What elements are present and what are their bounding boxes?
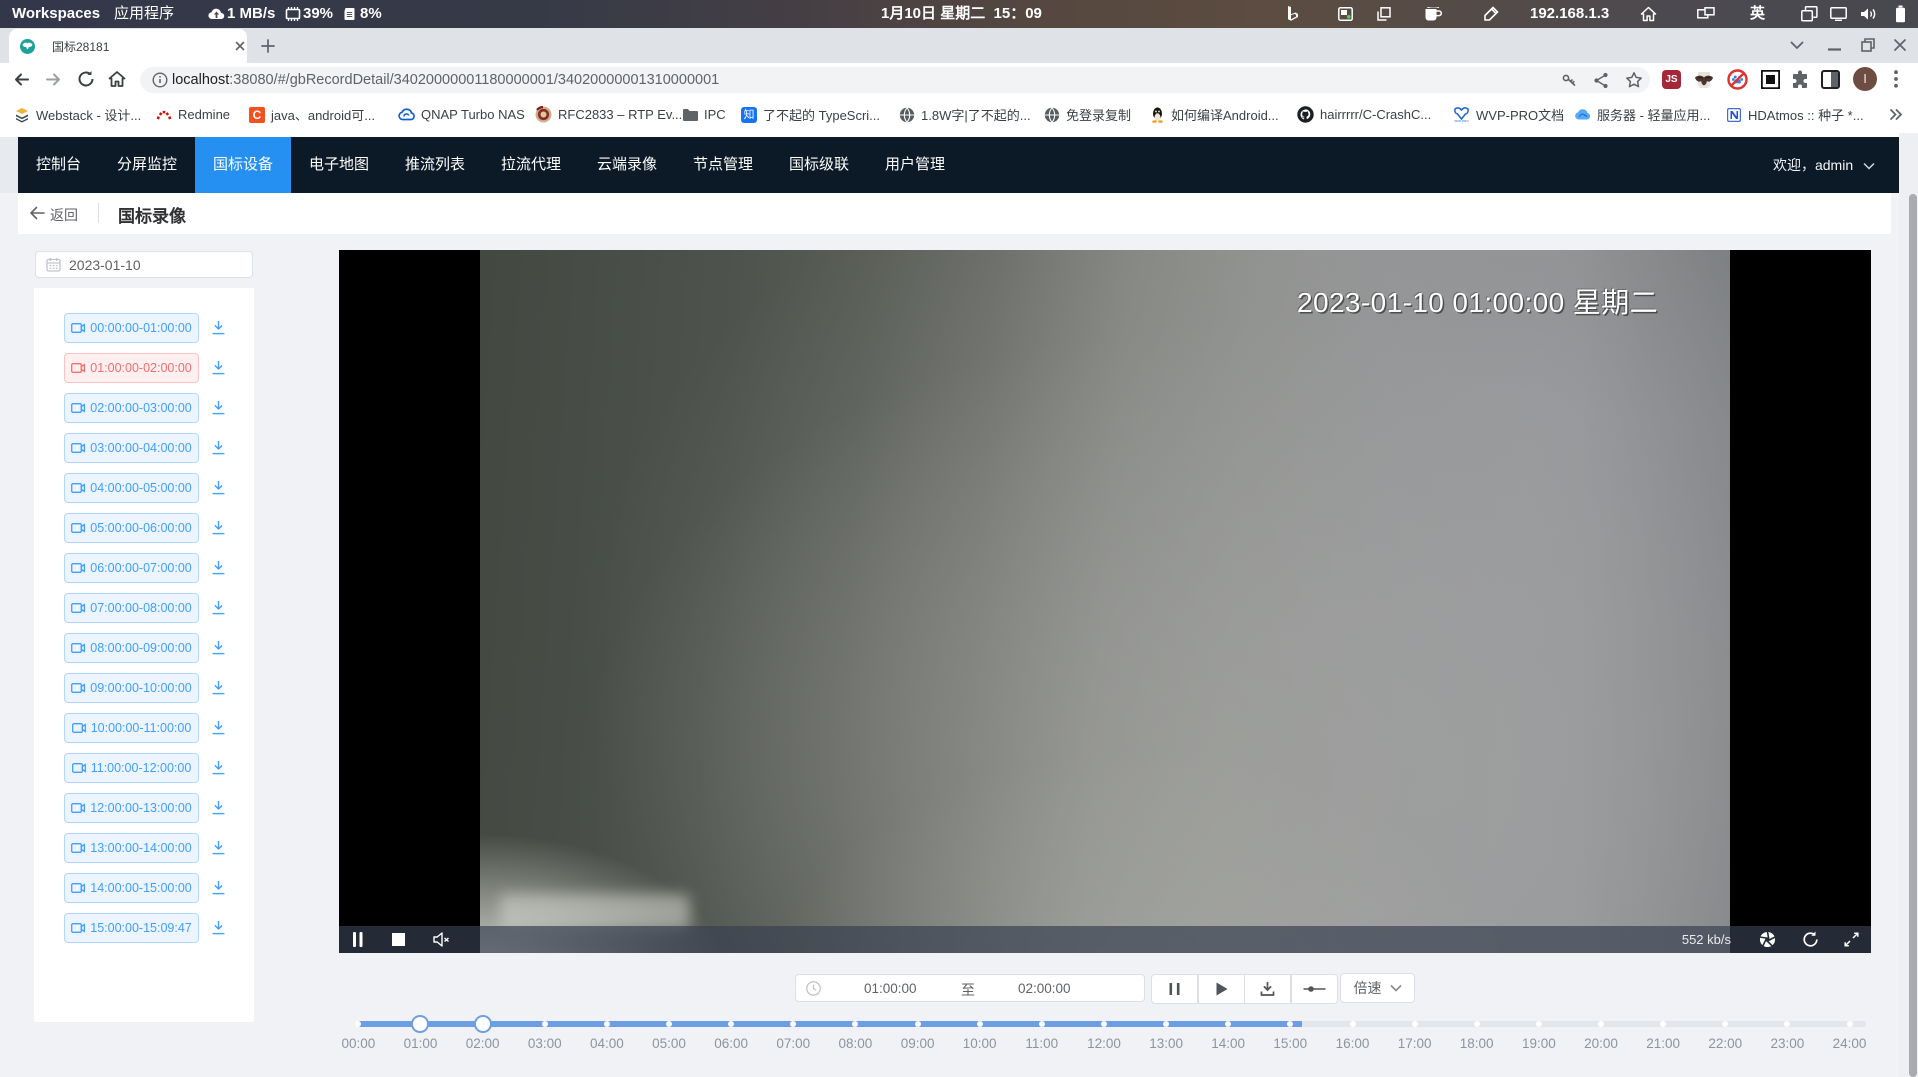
svg-text:WVP-PRO: WVP-PRO — [1454, 119, 1469, 123]
